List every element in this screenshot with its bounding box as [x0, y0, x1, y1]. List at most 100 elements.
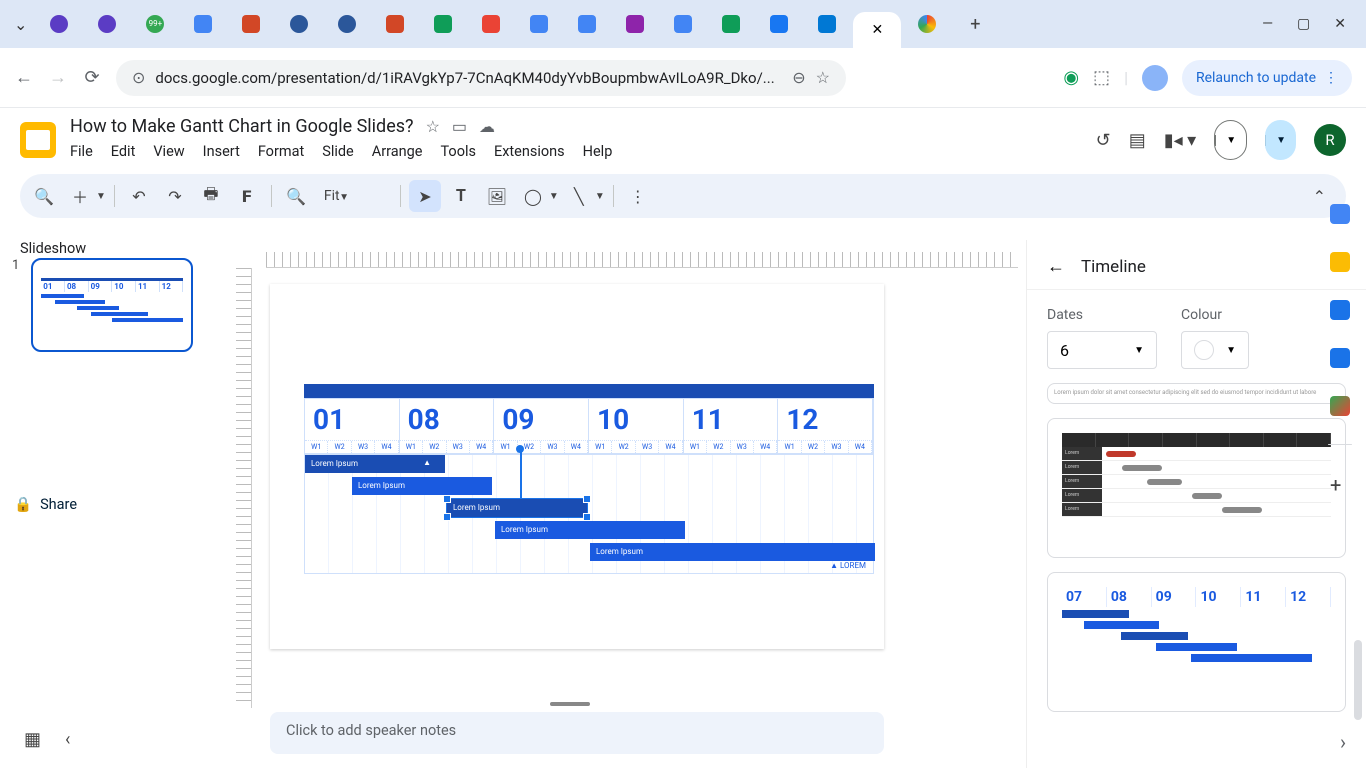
zoom-out-icon[interactable]: ⊖ — [792, 68, 805, 87]
close-window-icon[interactable]: ✕ — [1334, 16, 1346, 32]
new-slide-dropdown-icon[interactable]: ▼ — [96, 191, 106, 202]
share-dropdown-icon[interactable]: ▼ — [1265, 135, 1296, 146]
doc-title[interactable]: How to Make Gantt Chart in Google Slides… — [70, 116, 414, 137]
tab-13[interactable] — [613, 8, 657, 40]
slide-canvas[interactable]: 01W1W2W3W408W1W2W3W409W1W2W3W410W1W2W3W4… — [270, 284, 884, 649]
new-slide-icon[interactable]: ＋ — [64, 180, 96, 212]
cloud-icon[interactable]: ☁ — [479, 117, 495, 136]
relaunch-button[interactable]: Relaunch to update⋮ — [1182, 60, 1352, 96]
address-bar[interactable]: ⊙ docs.google.com/presentation/d/1iRAVgk… — [116, 60, 846, 96]
line-icon[interactable]: ╲ — [563, 180, 595, 212]
undo-icon[interactable]: ↶ — [123, 180, 155, 212]
zoom-icon[interactable]: 🔍 — [280, 180, 312, 212]
menu-extensions[interactable]: Extensions — [494, 139, 565, 164]
history-icon[interactable]: ↺ — [1096, 130, 1111, 151]
prev-slide-icon[interactable]: ‹ — [65, 729, 70, 750]
tab-19[interactable] — [905, 8, 949, 40]
speaker-notes[interactable]: Click to add speaker notes — [270, 712, 884, 754]
panel-next-icon[interactable]: › — [1340, 730, 1346, 754]
back-icon[interactable]: ← — [14, 68, 34, 88]
template-partial[interactable]: Lorem ipsum dolor sit amet consectetur a… — [1047, 383, 1346, 404]
dates-dropdown[interactable]: 6▼ — [1047, 331, 1157, 369]
contacts-icon[interactable] — [1330, 348, 1350, 368]
comments-icon[interactable]: ▤ — [1129, 130, 1146, 151]
maps-icon[interactable] — [1330, 396, 1350, 416]
shape-dropdown-icon[interactable]: ▼ — [549, 191, 559, 202]
close-icon[interactable]: ✕ — [872, 22, 884, 38]
star-icon[interactable]: ☆ — [426, 117, 440, 136]
canvas-area: 01W1W2W3W408W1W2W3W409W1W2W3W410W1W2W3W4… — [230, 240, 1026, 768]
template-card-2[interactable]: 070809101112 — [1047, 572, 1346, 712]
tab-9[interactable] — [421, 8, 465, 40]
more-icon[interactable]: ⋮ — [622, 180, 654, 212]
menu-tools[interactable]: Tools — [440, 139, 476, 164]
tab-1[interactable] — [37, 8, 81, 40]
tab-6[interactable] — [277, 8, 321, 40]
tab-16[interactable] — [757, 8, 801, 40]
maximize-icon[interactable]: ▢ — [1297, 16, 1310, 32]
notes-resize-handle[interactable] — [550, 702, 590, 706]
slideshow-dropdown-icon[interactable]: ▼ — [1215, 135, 1246, 146]
paint-format-icon[interactable]: 𝗙 — [231, 180, 263, 212]
addons-plus-icon[interactable]: + — [1330, 473, 1350, 493]
meet-icon[interactable]: ▮◂ ▾ — [1164, 130, 1196, 151]
shape-icon[interactable]: ◯ — [517, 180, 549, 212]
line-dropdown-icon[interactable]: ▼ — [595, 191, 605, 202]
gantt-chart[interactable]: 01W1W2W3W408W1W2W3W409W1W2W3W410W1W2W3W4… — [304, 384, 874, 574]
slides-logo-icon[interactable] — [20, 122, 56, 158]
extensions-icon[interactable]: ⬚ — [1093, 67, 1110, 88]
tab-3[interactable]: 99+ — [133, 8, 177, 40]
share-button[interactable]: 🔒Share ▼ — [1265, 120, 1296, 160]
reload-icon[interactable]: ⟳ — [82, 68, 102, 88]
calendar-icon[interactable] — [1330, 204, 1350, 224]
menu-arrange[interactable]: Arrange — [372, 139, 423, 164]
tab-7[interactable] — [325, 8, 369, 40]
tab-15[interactable] — [709, 8, 753, 40]
panel-title: Timeline — [1081, 257, 1317, 277]
menu-edit[interactable]: Edit — [111, 139, 136, 164]
tasks-icon[interactable] — [1330, 300, 1350, 320]
menu-insert[interactable]: Insert — [203, 139, 240, 164]
search-menus-icon[interactable]: 🔍 — [28, 180, 60, 212]
select-tool-icon[interactable]: ➤ — [409, 180, 441, 212]
tab-2[interactable] — [85, 8, 129, 40]
profile-avatar[interactable] — [1142, 65, 1168, 91]
tabs-dropdown-icon[interactable]: ⌄ — [8, 15, 33, 34]
template-card-1[interactable]: Lorem Lorem Lorem Lorem Lorem — [1047, 418, 1346, 558]
slideshow-button[interactable]: Slideshow ▼ — [1214, 120, 1247, 160]
bookmark-icon[interactable]: ☆ — [816, 68, 830, 87]
tab-17[interactable] — [805, 8, 849, 40]
slide-number: 1 — [12, 258, 19, 273]
tab-10[interactable] — [469, 8, 513, 40]
print-icon[interactable]: 🖶 — [195, 180, 227, 212]
textbox-icon[interactable]: 𝐓 — [445, 180, 477, 212]
slide-thumbnail-1[interactable]: 010809101112 — [31, 258, 193, 352]
extension-icon-1[interactable]: ◉ — [1063, 67, 1079, 88]
tab-5[interactable] — [229, 8, 273, 40]
image-icon[interactable]: 🖼 — [481, 180, 513, 212]
tab-4[interactable] — [181, 8, 225, 40]
tab-14[interactable] — [661, 8, 705, 40]
tab-active[interactable]: ✕ — [853, 12, 901, 48]
grid-view-icon[interactable]: ▦ — [24, 729, 41, 750]
account-avatar[interactable]: R — [1314, 124, 1346, 156]
dates-label: Dates — [1047, 307, 1083, 323]
panel-back-icon[interactable]: ← — [1047, 256, 1065, 277]
tab-11[interactable] — [517, 8, 561, 40]
colour-dropdown[interactable]: ▼ — [1181, 331, 1249, 369]
menu-slide[interactable]: Slide — [322, 139, 354, 164]
menu-format[interactable]: Format — [258, 139, 304, 164]
menu-view[interactable]: View — [153, 139, 184, 164]
move-icon[interactable]: ▭ — [452, 117, 467, 136]
redo-icon[interactable]: ↷ — [159, 180, 191, 212]
keep-icon[interactable] — [1330, 252, 1350, 272]
tab-8[interactable] — [373, 8, 417, 40]
site-info-icon[interactable]: ⊙ — [132, 68, 145, 87]
menu-help[interactable]: Help — [583, 139, 613, 164]
zoom-selector[interactable]: Fit ▼ — [316, 188, 392, 204]
new-tab-button[interactable]: + — [953, 8, 997, 40]
minimize-icon[interactable]: ― — [1262, 16, 1273, 32]
menu-file[interactable]: File — [70, 139, 93, 164]
tab-12[interactable] — [565, 8, 609, 40]
panel-scrollbar[interactable] — [1354, 640, 1362, 720]
